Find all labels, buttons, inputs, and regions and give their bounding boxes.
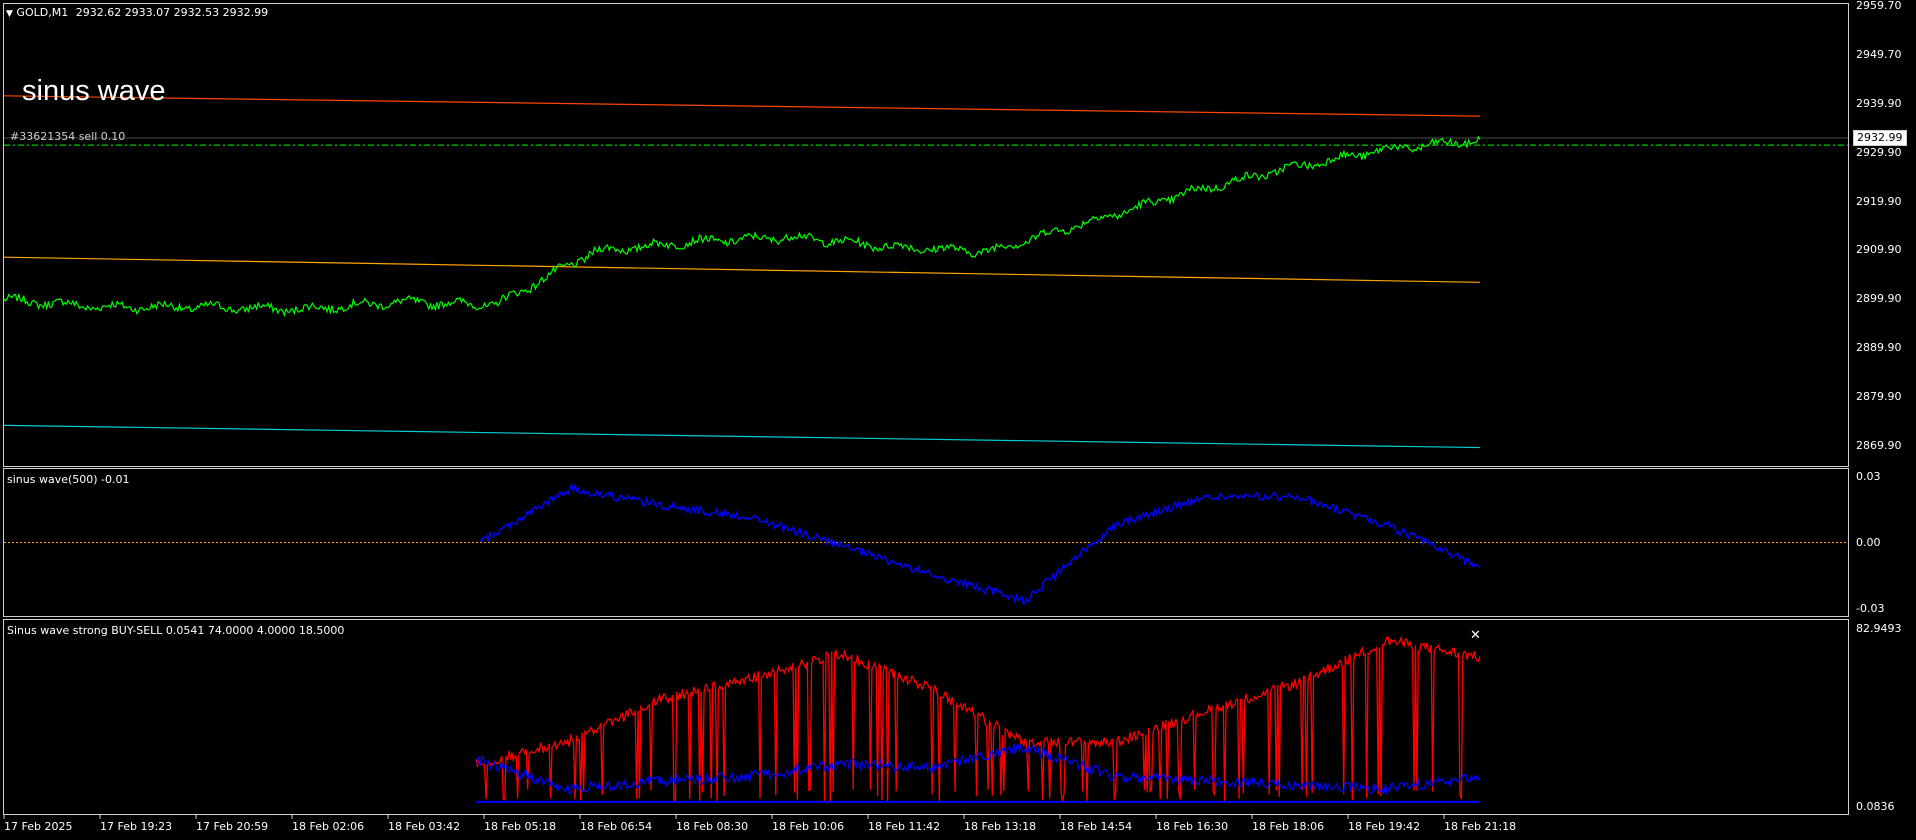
time-axis-label: 17 Feb 20:59 [196, 820, 269, 833]
sinus-axis-label: 0.00 [1856, 536, 1881, 549]
chart-header: ▼ GOLD,M1 2932.62 2933.07 2932.53 2932.9… [6, 6, 268, 19]
price-axis-label: 2869.90 [1856, 439, 1902, 452]
time-axis-label: 17 Feb 2025 [4, 820, 73, 833]
time-axis-label: 18 Feb 10:06 [772, 820, 845, 833]
signal-marker-icon: ✕ [1470, 628, 1481, 643]
channel-low-line [3, 424, 1481, 449]
price-axis-label: 2919.90 [1856, 194, 1902, 208]
buy-sell-red-series [475, 635, 1481, 803]
order-label: #33621354 sell 0.10 [10, 130, 126, 143]
time-axis-label: 18 Feb 18:06 [1252, 820, 1325, 833]
time-axis-label: 18 Feb 14:54 [1060, 820, 1133, 833]
time-axis-label: 18 Feb 11:42 [868, 820, 941, 833]
time-axis-label: 18 Feb 03:42 [388, 820, 461, 833]
collapse-arrow-icon[interactable]: ▼ [6, 9, 13, 19]
price-axis-label: 2959.70 [1856, 0, 1902, 12]
price-series [3, 135, 1481, 318]
buy-sell-axis-label: 82.9493 [1856, 622, 1902, 635]
buy-sell-title: Sinus wave strong BUY-SELL 0.0541 74.000… [7, 624, 345, 637]
time-axis-label: 18 Feb 16:30 [1156, 820, 1229, 833]
price-axis-label: 2939.90 [1856, 96, 1902, 110]
time-axis-label: 18 Feb 05:18 [484, 820, 557, 833]
time-axis-label: 18 Feb 08:30 [676, 820, 749, 833]
channel-middle-line [3, 256, 1481, 283]
annotation-title[interactable]: sinus wave [22, 75, 165, 108]
time-axis-label: 17 Feb 19:23 [100, 820, 173, 833]
time-axis-label: 18 Feb 02:06 [292, 820, 365, 833]
time-axis-label: 18 Feb 13:18 [964, 820, 1037, 833]
time-axis-label: 18 Feb 06:54 [580, 820, 653, 833]
time-axis-label: 18 Feb 21:18 [1444, 820, 1517, 833]
buy-sell-axis-label: 0.0836 [1856, 800, 1895, 813]
price-axis-label: 2949.70 [1856, 47, 1902, 61]
price-axis-label: 2889.90 [1856, 341, 1902, 355]
price-axis-label: 2879.90 [1856, 390, 1902, 404]
sinus-wave-series [479, 482, 1481, 606]
time-axis-label: 18 Feb 19:42 [1348, 820, 1421, 833]
sinus-axis-label: -0.03 [1856, 602, 1885, 615]
channel-top-line [3, 95, 1481, 117]
sinus-wave-title: sinus wave(500) -0.01 [7, 473, 130, 486]
symbol-label: GOLD,M1 [16, 6, 69, 19]
ohlc-values: 2932.62 2933.07 2932.53 2932.99 [75, 6, 269, 19]
chart-canvas: ✕ [3, 95, 1848, 819]
sinus-axis-label: 0.03 [1856, 470, 1881, 483]
current-price-tag: 2932.99 [1853, 130, 1907, 146]
price-axis-label: 2909.90 [1856, 243, 1902, 257]
price-axis-label: 2899.90 [1856, 292, 1902, 306]
price-axis-label: 2929.90 [1856, 145, 1902, 159]
